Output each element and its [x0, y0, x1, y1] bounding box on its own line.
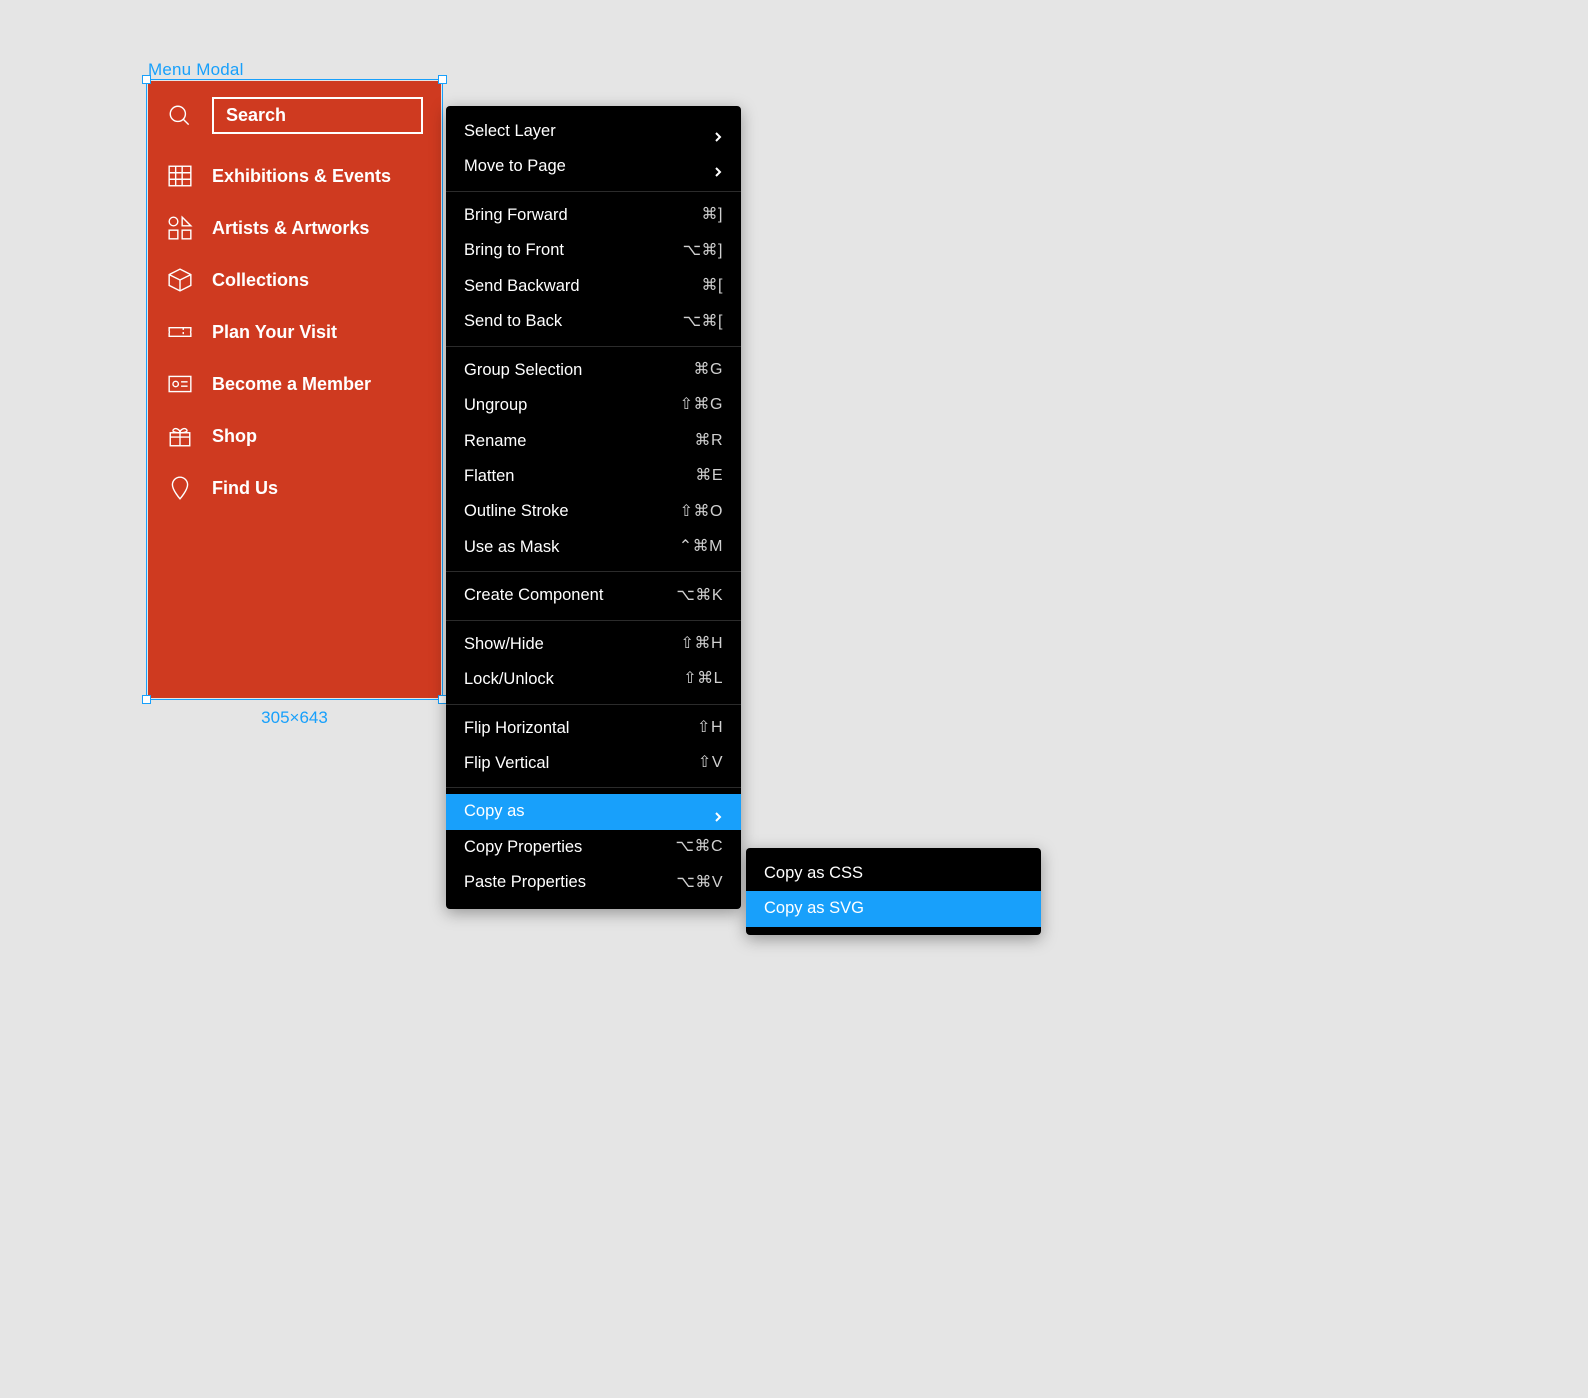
ctx-item-flip-horizontal[interactable]: Flip Horizontal ⇧H [446, 711, 741, 746]
ctx-item-label: Select Layer [464, 121, 556, 142]
context-menu-separator [446, 346, 741, 347]
selection-dimensions: 305×643 [148, 708, 441, 728]
ctx-item-shortcut: ⌥⌘V [676, 873, 723, 894]
ctx-item-label: Bring to Front [464, 240, 564, 261]
context-submenu[interactable]: Copy as CSS Copy as SVG [746, 848, 1041, 935]
menu-item-label: Find Us [212, 478, 278, 499]
pin-icon [166, 474, 194, 502]
context-menu-separator [446, 191, 741, 192]
ctx-item-label: Flip Horizontal [464, 718, 569, 739]
menu-item-shop[interactable]: Shop [148, 410, 441, 462]
ctx-item-label: Outline Stroke [464, 501, 569, 522]
menu-item-search[interactable]: Search [148, 81, 441, 150]
ctx-item-shortcut: ⌘] [702, 205, 723, 226]
ctx-item-create-component[interactable]: Create Component ⌥⌘K [446, 578, 741, 613]
ctx-item-label: Rename [464, 431, 526, 452]
menu-item-label: Plan Your Visit [212, 322, 337, 343]
ctx-item-shortcut: ⇧V [698, 753, 723, 774]
ctx-item-shortcut: ⌥⌘C [676, 837, 724, 858]
ctx-item-bring-forward[interactable]: Bring Forward ⌘] [446, 198, 741, 233]
chevron-right-icon [713, 162, 723, 172]
ctx-item-paste-properties[interactable]: Paste Properties ⌥⌘V [446, 865, 741, 900]
search-icon [166, 102, 194, 130]
ctx-item-show-hide[interactable]: Show/Hide ⇧⌘H [446, 627, 741, 662]
context-menu-separator [446, 787, 741, 788]
ctx-item-label: Send to Back [464, 311, 562, 332]
id-card-icon [166, 370, 194, 398]
ctx-item-label: Copy as [464, 801, 525, 822]
menu-item-label: Shop [212, 426, 257, 447]
ctx-item-shortcut: ⇧⌘G [680, 395, 723, 416]
ctx-item-label: Bring Forward [464, 205, 568, 226]
ctx-item-shortcut: ⌘E [695, 466, 723, 487]
ctx-item-lock-unlock[interactable]: Lock/Unlock ⇧⌘L [446, 662, 741, 697]
ctx-item-label: Send Backward [464, 276, 580, 297]
context-menu-separator [446, 704, 741, 705]
ctx-item-outline-stroke[interactable]: Outline Stroke ⇧⌘O [446, 494, 741, 529]
ctx-item-label: Use as Mask [464, 537, 559, 558]
ctx-item-send-backward[interactable]: Send Backward ⌘[ [446, 269, 741, 304]
search-input[interactable]: Search [212, 97, 423, 134]
submenu-item-label: Copy as CSS [764, 863, 863, 884]
ctx-item-shortcut: ⌃⌘M [679, 537, 723, 558]
ctx-item-shortcut: ⌥⌘K [676, 586, 723, 607]
ctx-item-move-to-page[interactable]: Move to Page [446, 149, 741, 184]
menu-modal-frame[interactable]: Search Exhibitions & Events Artists & Ar… [148, 81, 441, 698]
ctx-item-copy-as[interactable]: Copy as [446, 794, 741, 829]
ctx-item-shortcut: ⌥⌘[ [683, 312, 723, 333]
submenu-item-copy-as-css[interactable]: Copy as CSS [746, 856, 1041, 891]
context-menu[interactable]: Select LayerMove to PageBring Forward⌘]B… [446, 106, 741, 909]
menu-item-label: Exhibitions & Events [212, 166, 391, 187]
menu-item-label: Artists & Artworks [212, 218, 369, 239]
chevron-right-icon [713, 807, 723, 817]
ctx-item-label: Group Selection [464, 360, 582, 381]
ctx-item-send-to-back[interactable]: Send to Back ⌥⌘[ [446, 304, 741, 339]
ticket-icon [166, 318, 194, 346]
ctx-item-label: Ungroup [464, 395, 527, 416]
submenu-item-copy-as-svg[interactable]: Copy as SVG [746, 891, 1041, 926]
frame-label[interactable]: Menu Modal [148, 60, 244, 80]
shapes-icon [166, 214, 194, 242]
ctx-item-label: Lock/Unlock [464, 669, 554, 690]
ctx-item-copy-properties[interactable]: Copy Properties ⌥⌘C [446, 830, 741, 865]
menu-item-label: Collections [212, 270, 309, 291]
menu-item-plan-visit[interactable]: Plan Your Visit [148, 306, 441, 358]
ctx-item-flip-vertical[interactable]: Flip Vertical ⇧V [446, 746, 741, 781]
ctx-item-shortcut: ⌥⌘] [683, 241, 723, 262]
cube-icon [166, 266, 194, 294]
gift-icon [166, 422, 194, 450]
menu-item-find-us[interactable]: Find Us [148, 462, 441, 514]
ctx-item-shortcut: ⇧⌘O [680, 502, 723, 523]
context-menu-separator [446, 571, 741, 572]
ctx-item-group-selection[interactable]: Group Selection ⌘G [446, 353, 741, 388]
chevron-right-icon [713, 127, 723, 137]
ctx-item-label: Show/Hide [464, 634, 544, 655]
ctx-item-select-layer[interactable]: Select Layer [446, 114, 741, 149]
ctx-item-ungroup[interactable]: Ungroup ⇧⌘G [446, 388, 741, 423]
ctx-item-shortcut: ⌘G [694, 360, 723, 381]
context-menu-separator [446, 620, 741, 621]
ctx-item-bring-to-front[interactable]: Bring to Front ⌥⌘] [446, 233, 741, 268]
ctx-item-flatten[interactable]: Flatten ⌘E [446, 459, 741, 494]
ctx-item-label: Copy Properties [464, 837, 582, 858]
menu-item-collections[interactable]: Collections [148, 254, 441, 306]
calendar-icon [166, 162, 194, 190]
ctx-item-shortcut: ⇧⌘H [681, 634, 723, 655]
ctx-item-label: Move to Page [464, 156, 566, 177]
ctx-item-shortcut: ⇧H [697, 718, 723, 739]
submenu-item-label: Copy as SVG [764, 898, 864, 919]
menu-item-artists[interactable]: Artists & Artworks [148, 202, 441, 254]
ctx-item-shortcut: ⌘[ [702, 276, 723, 297]
ctx-item-label: Flip Vertical [464, 753, 549, 774]
ctx-item-shortcut: ⌘R [694, 431, 723, 452]
ctx-item-use-as-mask[interactable]: Use as Mask ⌃⌘M [446, 530, 741, 565]
ctx-item-label: Create Component [464, 585, 603, 606]
menu-item-label: Become a Member [212, 374, 371, 395]
menu-item-member[interactable]: Become a Member [148, 358, 441, 410]
menu-item-exhibitions[interactable]: Exhibitions & Events [148, 150, 441, 202]
ctx-item-shortcut: ⇧⌘L [683, 669, 723, 690]
ctx-item-label: Paste Properties [464, 872, 586, 893]
ctx-item-rename[interactable]: Rename ⌘R [446, 424, 741, 459]
ctx-item-label: Flatten [464, 466, 514, 487]
